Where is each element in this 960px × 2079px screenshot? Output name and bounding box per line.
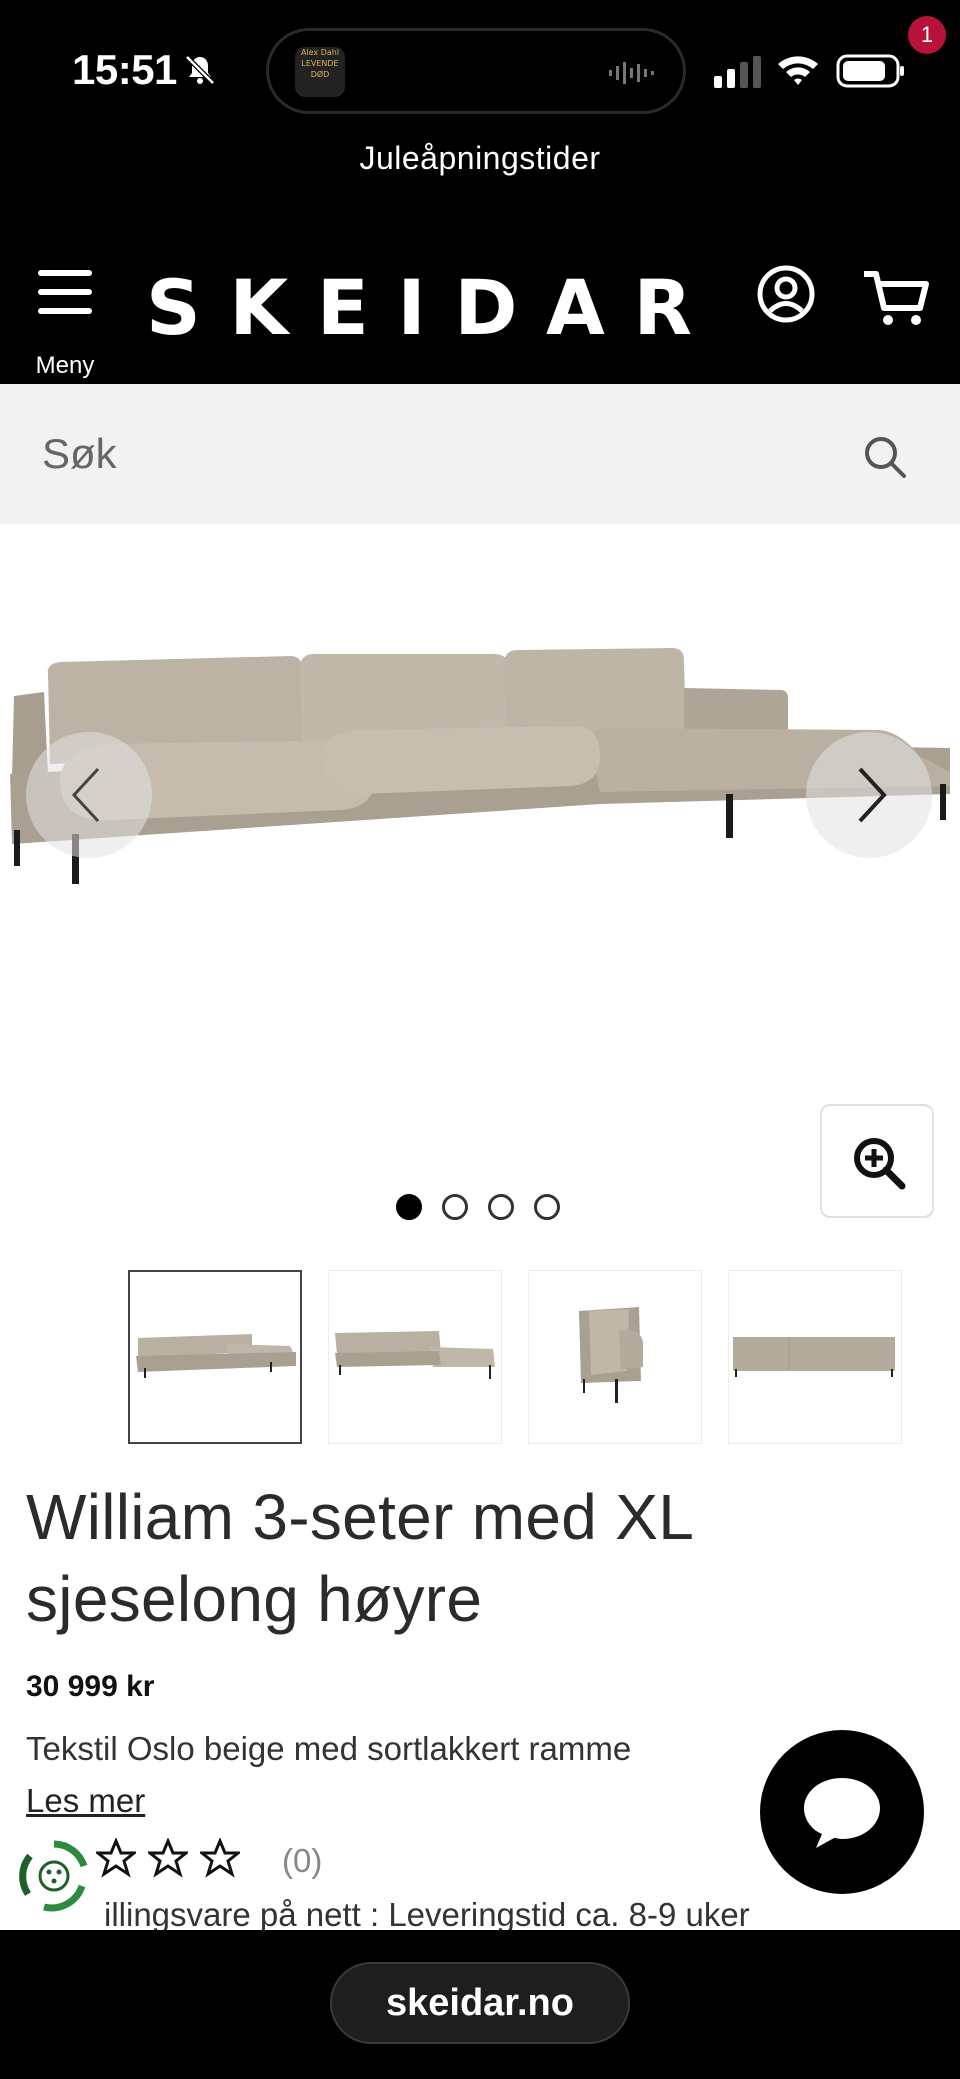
chevron-left-icon: [71, 767, 100, 823]
shopping-cart-icon[interactable]: [862, 262, 932, 332]
thumbnail-sofa-side: [579, 1307, 643, 1403]
product-description: Tekstil Oslo beige med sortlakkert ramme: [26, 1730, 632, 1767]
thumbnail-2[interactable]: [328, 1270, 502, 1444]
product-price: 30 999 kr: [26, 1670, 155, 1703]
search-input[interactable]: [42, 424, 842, 484]
thumbnail-1[interactable]: [128, 1270, 302, 1444]
gallery-dot[interactable]: [488, 1194, 514, 1220]
chat-bubble-icon: [804, 1778, 880, 1848]
browser-toolbar: skeidar.no: [0, 1930, 960, 2079]
bell-muted-icon: [185, 55, 215, 85]
status-time: 15:51: [72, 46, 177, 93]
star-empty-icon: [200, 1838, 240, 1878]
thumbnail-sofa-angle: [335, 1331, 495, 1379]
product-title: William 3-seter med XL sjeselong høyre: [26, 1481, 692, 1635]
thumbnail-sofa-corner: [136, 1334, 296, 1378]
delivery-info: illingsvare på nett : Leveringstid ca. 8…: [104, 1896, 750, 1933]
status-bar: 15:51 Alex Dahl LEVENDE DØD: [0, 0, 960, 140]
zoom-button[interactable]: [820, 1104, 934, 1218]
recycle-badge-icon[interactable]: [14, 1836, 94, 1916]
skeidar-logo[interactable]: SKEIDAR: [146, 266, 692, 346]
read-more-link[interactable]: Les mer: [26, 1782, 145, 1820]
hamburger-icon: [38, 270, 92, 314]
thumbnail-sofa-back: [733, 1337, 895, 1377]
thumbnail-3[interactable]: [528, 1270, 702, 1444]
dynamic-island[interactable]: Alex Dahl LEVENDE DØD: [266, 28, 686, 114]
now-playing-artwork: Alex Dahl LEVENDE DØD: [295, 47, 345, 97]
chevron-right-icon: [858, 767, 887, 823]
banner-text: Juleåpningstider: [359, 140, 601, 176]
rating-count: (0): [282, 1842, 323, 1879]
product-image-gallery[interactable]: [0, 524, 960, 1224]
wifi-icon: [778, 56, 818, 85]
thumbnail-4[interactable]: [728, 1270, 902, 1444]
menu-label: Meny: [35, 352, 95, 379]
address-bar[interactable]: skeidar.no: [330, 1962, 630, 2044]
chat-button[interactable]: [760, 1730, 924, 1894]
gallery-prev-button[interactable]: [26, 732, 152, 858]
audio-waveform-icon: [609, 62, 654, 84]
battery-icon: [836, 54, 904, 88]
svg-text:SKEIDAR: SKEIDAR: [146, 266, 692, 346]
gallery-dot[interactable]: [396, 1194, 422, 1220]
star-empty-icon: [96, 1838, 136, 1878]
zoom-in-icon: [854, 1138, 906, 1190]
account-icon[interactable]: [756, 264, 816, 324]
menu-button[interactable]: Meny: [28, 262, 102, 379]
search-bar: [0, 384, 960, 524]
gallery-dot[interactable]: [442, 1194, 468, 1220]
gallery-dot[interactable]: [534, 1194, 560, 1220]
cellular-signal-icon: [714, 56, 761, 88]
cart-count-badge: 1: [908, 16, 946, 54]
christmas-hours-banner[interactable]: Juleåpningstider: [0, 140, 960, 240]
search-icon[interactable]: [862, 434, 908, 480]
star-empty-icon: [148, 1838, 188, 1878]
gallery-pagination: [396, 1194, 576, 1224]
site-header: Meny SKEIDAR: [0, 240, 960, 384]
gallery-next-button[interactable]: [806, 732, 932, 858]
